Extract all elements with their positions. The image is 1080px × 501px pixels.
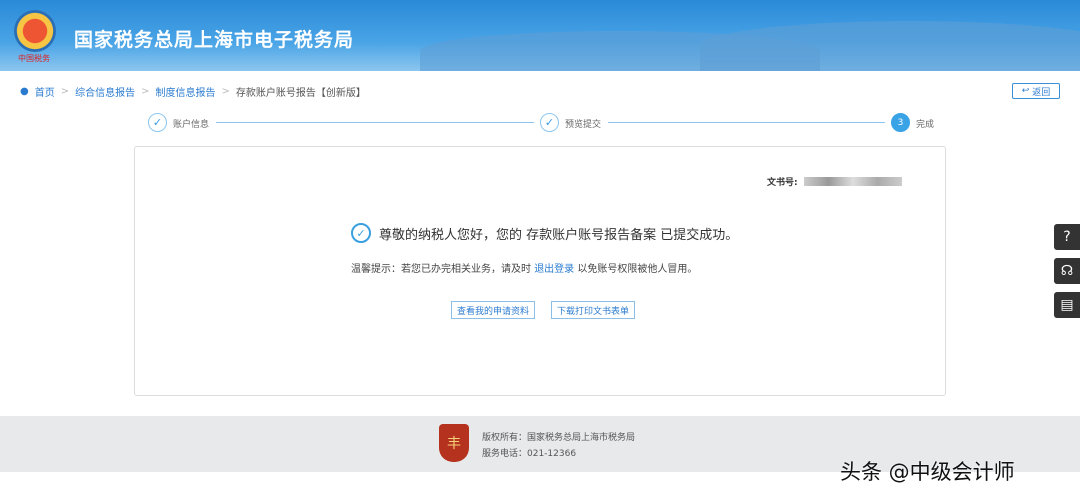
step-label: 预览提交	[565, 120, 602, 130]
emblem-text: 中国税务	[18, 54, 50, 63]
step-label: 完成	[916, 120, 935, 130]
site-title: 国家税务总局上海市电子税务局	[74, 29, 355, 51]
step-label: 账户信息	[173, 120, 210, 130]
logout-link[interactable]: 退出登录	[534, 264, 574, 275]
watermark: 头条 @中级会计师	[840, 460, 1015, 484]
download-print-button[interactable]: 下载打印文书表单	[551, 301, 636, 319]
copyright-text: 版权所有：国家税务总局上海市税务局	[482, 433, 636, 443]
step-number: 3	[891, 113, 910, 132]
tax-logo-icon: 丰	[439, 424, 469, 462]
breadcrumb: ● 首页 > 综合信息报告 > 制度信息报告 > 存款账户账号报告【创新版】	[20, 84, 366, 99]
step-check-icon: ✓	[540, 113, 559, 132]
breadcrumb-system-report[interactable]: 制度信息报告	[156, 84, 216, 99]
step-check-icon: ✓	[148, 113, 167, 132]
headset-icon[interactable]: ☊	[1054, 258, 1080, 284]
tax-emblem-icon	[14, 10, 56, 52]
return-icon: ↩	[1021, 86, 1030, 96]
success-message: ✓ 尊敬的纳税人您好，您的 存款账户账号报告备案 已提交成功。	[351, 223, 738, 243]
breadcrumb-current: 存款账户账号报告【创新版】	[235, 88, 366, 99]
document-number: 文书号:	[767, 175, 902, 188]
progress-steps: ✓ 账户信息 ✓ 预览提交 3 完成	[148, 113, 938, 133]
site-header: 中国税务 国家税务总局上海市电子税务局	[0, 0, 1080, 71]
result-card: 文书号: ✓ 尊敬的纳税人您好，您的 存款账户账号报告备案 已提交成功。 温馨提…	[134, 146, 946, 396]
location-icon: ●	[20, 86, 29, 97]
view-application-button[interactable]: 查看我的申请资料	[451, 301, 536, 319]
back-button[interactable]: ↩ 返回	[1012, 83, 1060, 99]
book-icon[interactable]: ▤	[1054, 292, 1080, 318]
success-check-icon: ✓	[351, 223, 371, 243]
redacted-value	[803, 177, 902, 186]
hint-text: 温馨提示：若您已办完相关业务，请及时 退出登录 以免账号权限被他人冒用。	[351, 264, 698, 275]
help-icon[interactable]: ?	[1054, 224, 1080, 250]
breadcrumb-home[interactable]: 首页	[35, 84, 55, 99]
service-phone: 服务电话：021-12366	[482, 449, 577, 459]
breadcrumb-general-report[interactable]: 综合信息报告	[75, 84, 135, 99]
